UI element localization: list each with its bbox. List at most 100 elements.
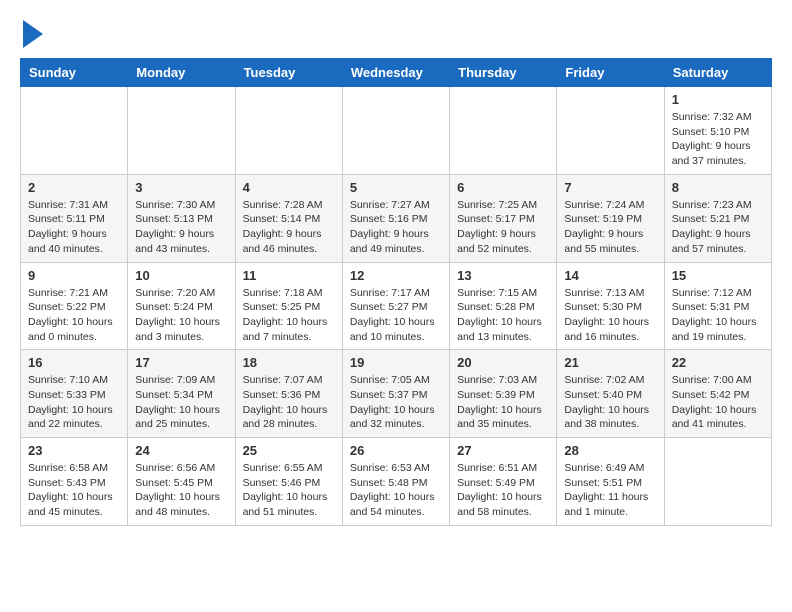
calendar-cell bbox=[557, 87, 664, 175]
weekday-tuesday: Tuesday bbox=[235, 59, 342, 87]
logo-arrow-icon bbox=[23, 20, 43, 48]
calendar-week-5: 23 Sunrise: 6:58 AM Sunset: 5:43 PM Dayli… bbox=[21, 438, 772, 526]
day-number: 22 bbox=[672, 355, 764, 370]
day-number: 14 bbox=[564, 268, 656, 283]
calendar-cell: 19 Sunrise: 7:05 AM Sunset: 5:37 PM Dayli… bbox=[342, 350, 449, 438]
calendar-cell: 11 Sunrise: 7:18 AM Sunset: 5:25 PM Dayli… bbox=[235, 262, 342, 350]
calendar-cell: 15 Sunrise: 7:12 AM Sunset: 5:31 PM Dayli… bbox=[664, 262, 771, 350]
day-number: 21 bbox=[564, 355, 656, 370]
day-info: Sunrise: 7:32 AM Sunset: 5:10 PM Dayligh… bbox=[672, 111, 752, 167]
day-number: 8 bbox=[672, 180, 764, 195]
calendar-body: 1 Sunrise: 7:32 AM Sunset: 5:10 PM Daylig… bbox=[21, 87, 772, 526]
day-number: 18 bbox=[243, 355, 335, 370]
day-number: 2 bbox=[28, 180, 120, 195]
page-header bbox=[20, 20, 772, 48]
day-info: Sunrise: 7:09 AM Sunset: 5:34 PM Dayligh… bbox=[135, 374, 220, 430]
calendar-cell: 23 Sunrise: 6:58 AM Sunset: 5:43 PM Dayli… bbox=[21, 438, 128, 526]
day-info: Sunrise: 6:55 AM Sunset: 5:46 PM Dayligh… bbox=[243, 462, 328, 518]
calendar-cell: 16 Sunrise: 7:10 AM Sunset: 5:33 PM Dayli… bbox=[21, 350, 128, 438]
day-info: Sunrise: 7:28 AM Sunset: 5:14 PM Dayligh… bbox=[243, 199, 323, 255]
day-number: 12 bbox=[350, 268, 442, 283]
day-number: 13 bbox=[457, 268, 549, 283]
calendar-cell: 1 Sunrise: 7:32 AM Sunset: 5:10 PM Daylig… bbox=[664, 87, 771, 175]
day-info: Sunrise: 7:05 AM Sunset: 5:37 PM Dayligh… bbox=[350, 374, 435, 430]
calendar-week-4: 16 Sunrise: 7:10 AM Sunset: 5:33 PM Dayli… bbox=[21, 350, 772, 438]
day-number: 11 bbox=[243, 268, 335, 283]
day-number: 15 bbox=[672, 268, 764, 283]
calendar-cell: 6Sunrise: 7:25 AM Sunset: 5:17 PM Daylig… bbox=[450, 174, 557, 262]
weekday-sunday: Sunday bbox=[21, 59, 128, 87]
day-info: Sunrise: 7:17 AM Sunset: 5:27 PM Dayligh… bbox=[350, 287, 435, 343]
calendar-cell bbox=[342, 87, 449, 175]
day-info: Sunrise: 7:10 AM Sunset: 5:33 PM Dayligh… bbox=[28, 374, 113, 430]
day-number: 23 bbox=[28, 443, 120, 458]
day-info: Sunrise: 7:27 AM Sunset: 5:16 PM Dayligh… bbox=[350, 199, 430, 255]
day-number: 16 bbox=[28, 355, 120, 370]
day-info: Sunrise: 7:15 AM Sunset: 5:28 PM Dayligh… bbox=[457, 287, 542, 343]
day-number: 1 bbox=[672, 92, 764, 107]
day-info: Sunrise: 7:24 AM Sunset: 5:19 PM Dayligh… bbox=[564, 199, 644, 255]
weekday-monday: Monday bbox=[128, 59, 235, 87]
day-info: Sunrise: 7:12 AM Sunset: 5:31 PM Dayligh… bbox=[672, 287, 757, 343]
calendar-cell: 3Sunrise: 7:30 AM Sunset: 5:13 PM Daylig… bbox=[128, 174, 235, 262]
calendar-cell: 14 Sunrise: 7:13 AM Sunset: 5:30 PM Dayli… bbox=[557, 262, 664, 350]
calendar-cell bbox=[21, 87, 128, 175]
day-number: 28 bbox=[564, 443, 656, 458]
calendar-cell: 25 Sunrise: 6:55 AM Sunset: 5:46 PM Dayli… bbox=[235, 438, 342, 526]
logo-block bbox=[20, 20, 43, 48]
calendar-week-2: 2 Sunrise: 7:31 AM Sunset: 5:11 PM Daylig… bbox=[21, 174, 772, 262]
weekday-saturday: Saturday bbox=[664, 59, 771, 87]
calendar-header: SundayMondayTuesdayWednesdayThursdayFrid… bbox=[21, 59, 772, 87]
day-info: Sunrise: 7:02 AM Sunset: 5:40 PM Dayligh… bbox=[564, 374, 649, 430]
weekday-header-row: SundayMondayTuesdayWednesdayThursdayFrid… bbox=[21, 59, 772, 87]
day-info: Sunrise: 7:31 AM Sunset: 5:11 PM Dayligh… bbox=[28, 199, 108, 255]
day-number: 25 bbox=[243, 443, 335, 458]
calendar-cell: 4 Sunrise: 7:28 AM Sunset: 5:14 PM Daylig… bbox=[235, 174, 342, 262]
day-info: Sunrise: 6:58 AM Sunset: 5:43 PM Dayligh… bbox=[28, 462, 113, 518]
calendar-cell: 24Sunrise: 6:56 AM Sunset: 5:45 PM Dayli… bbox=[128, 438, 235, 526]
weekday-wednesday: Wednesday bbox=[342, 59, 449, 87]
calendar-cell: 20 Sunrise: 7:03 AM Sunset: 5:39 PM Dayli… bbox=[450, 350, 557, 438]
calendar-cell: 27Sunrise: 6:51 AM Sunset: 5:49 PM Dayli… bbox=[450, 438, 557, 526]
logo bbox=[20, 20, 43, 48]
calendar-cell: 2 Sunrise: 7:31 AM Sunset: 5:11 PM Daylig… bbox=[21, 174, 128, 262]
calendar-cell bbox=[664, 438, 771, 526]
calendar-cell: 21 Sunrise: 7:02 AM Sunset: 5:40 PM Dayli… bbox=[557, 350, 664, 438]
day-info: Sunrise: 7:00 AM Sunset: 5:42 PM Dayligh… bbox=[672, 374, 757, 430]
day-info: Sunrise: 6:51 AM Sunset: 5:49 PM Dayligh… bbox=[457, 462, 542, 518]
day-info: Sunrise: 7:13 AM Sunset: 5:30 PM Dayligh… bbox=[564, 287, 649, 343]
calendar-cell: 18 Sunrise: 7:07 AM Sunset: 5:36 PM Dayli… bbox=[235, 350, 342, 438]
calendar-cell: 28 Sunrise: 6:49 AM Sunset: 5:51 PM Dayli… bbox=[557, 438, 664, 526]
day-number: 9 bbox=[28, 268, 120, 283]
day-info: Sunrise: 7:18 AM Sunset: 5:25 PM Dayligh… bbox=[243, 287, 328, 343]
calendar-cell: 26 Sunrise: 6:53 AM Sunset: 5:48 PM Dayli… bbox=[342, 438, 449, 526]
day-info: Sunrise: 7:21 AM Sunset: 5:22 PM Dayligh… bbox=[28, 287, 113, 343]
calendar-cell bbox=[235, 87, 342, 175]
calendar-cell: 10 Sunrise: 7:20 AM Sunset: 5:24 PM Dayli… bbox=[128, 262, 235, 350]
calendar-cell bbox=[450, 87, 557, 175]
day-number: 10 bbox=[135, 268, 227, 283]
day-info: Sunrise: 7:20 AM Sunset: 5:24 PM Dayligh… bbox=[135, 287, 220, 343]
calendar-cell: 22 Sunrise: 7:00 AM Sunset: 5:42 PM Dayli… bbox=[664, 350, 771, 438]
calendar-table: SundayMondayTuesdayWednesdayThursdayFrid… bbox=[20, 58, 772, 526]
calendar-cell: 12 Sunrise: 7:17 AM Sunset: 5:27 PM Dayli… bbox=[342, 262, 449, 350]
calendar-cell: 9 Sunrise: 7:21 AM Sunset: 5:22 PM Daylig… bbox=[21, 262, 128, 350]
day-info: Sunrise: 7:03 AM Sunset: 5:39 PM Dayligh… bbox=[457, 374, 542, 430]
calendar-cell: 17Sunrise: 7:09 AM Sunset: 5:34 PM Dayli… bbox=[128, 350, 235, 438]
day-number: 5 bbox=[350, 180, 442, 195]
day-number: 4 bbox=[243, 180, 335, 195]
day-info: Sunrise: 7:23 AM Sunset: 5:21 PM Dayligh… bbox=[672, 199, 752, 255]
calendar-week-1: 1 Sunrise: 7:32 AM Sunset: 5:10 PM Daylig… bbox=[21, 87, 772, 175]
calendar-cell: 13 Sunrise: 7:15 AM Sunset: 5:28 PM Dayli… bbox=[450, 262, 557, 350]
day-info: Sunrise: 7:07 AM Sunset: 5:36 PM Dayligh… bbox=[243, 374, 328, 430]
day-number: 26 bbox=[350, 443, 442, 458]
day-number: 24 bbox=[135, 443, 227, 458]
weekday-friday: Friday bbox=[557, 59, 664, 87]
day-number: 3 bbox=[135, 180, 227, 195]
day-info: Sunrise: 6:49 AM Sunset: 5:51 PM Dayligh… bbox=[564, 462, 648, 518]
day-number: 19 bbox=[350, 355, 442, 370]
day-number: 7 bbox=[564, 180, 656, 195]
calendar-cell: 8 Sunrise: 7:23 AM Sunset: 5:21 PM Daylig… bbox=[664, 174, 771, 262]
day-number: 20 bbox=[457, 355, 549, 370]
day-info: Sunrise: 6:53 AM Sunset: 5:48 PM Dayligh… bbox=[350, 462, 435, 518]
